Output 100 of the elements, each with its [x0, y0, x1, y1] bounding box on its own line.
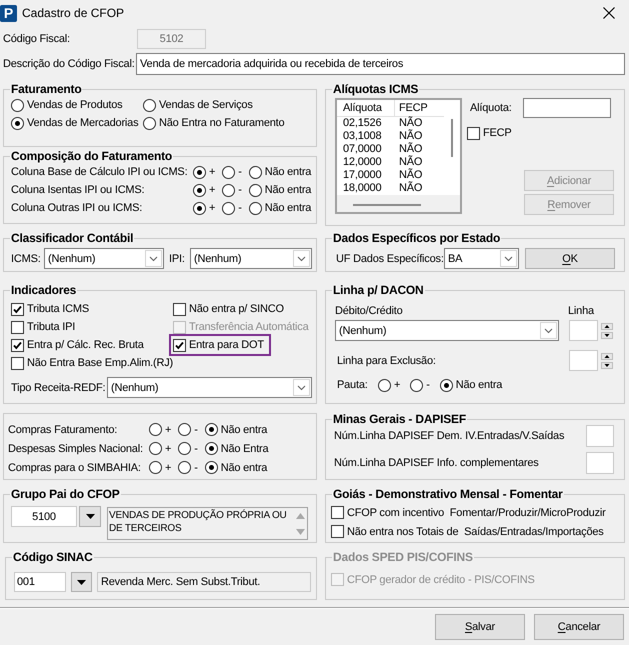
dropdown[interactable]: (Nenhum)	[44, 248, 164, 269]
dropdown[interactable]: BA	[444, 248, 519, 269]
radio-button[interactable]: -	[222, 201, 242, 215]
text-field[interactable]: 001	[14, 572, 66, 592]
checkbox[interactable]: Não entra nos Totais de Saídas/Entradas/Importações	[331, 522, 604, 541]
ok-button[interactable]: OK	[525, 248, 615, 269]
chevron-down-icon[interactable]	[540, 322, 557, 339]
save-button[interactable]: Salvar	[435, 614, 525, 640]
field-label: Linha para Exclusão:	[337, 354, 436, 368]
radio-icon[interactable]	[222, 184, 236, 196]
radio-icon[interactable]	[193, 184, 206, 196]
checkbox[interactable]: FECP	[467, 126, 512, 140]
radio-icon[interactable]	[204, 461, 218, 474]
group-title: Goiás - Demonstrativo Mensal - Fomentar	[332, 487, 564, 501]
checkbox-icon[interactable]	[11, 356, 24, 370]
checkbox-icon[interactable]	[173, 338, 186, 352]
chevron-down-icon[interactable]	[145, 250, 162, 267]
radio-button[interactable]: Vendas de Serviços	[143, 98, 253, 112]
radio-icon[interactable]	[143, 98, 156, 112]
radio-button[interactable]: Não Entra no Faturamento	[143, 116, 284, 130]
number-field[interactable]	[569, 350, 598, 371]
checkbox-icon[interactable]	[11, 320, 24, 334]
number-field[interactable]	[569, 320, 598, 341]
radio-button[interactable]: +	[193, 165, 216, 179]
radio-icon[interactable]	[410, 378, 424, 392]
radio-icon[interactable]	[178, 442, 192, 455]
table-cell-text: NÃO	[398, 130, 424, 142]
column-header[interactable]: FECP	[395, 100, 444, 116]
radio-icon[interactable]	[178, 423, 192, 436]
close-icon[interactable]	[603, 7, 615, 19]
checkbox-icon[interactable]	[331, 506, 344, 519]
list-view[interactable]: Alíquota FECP 02,1526 NÃO 03,1008 NÃO 07,0000 NÃO 12,0000 NÃO 17,0000 NÃO 18,0000 NÃO	[335, 98, 462, 214]
radio-button[interactable]: +	[193, 183, 216, 197]
radio-icon[interactable]	[11, 116, 24, 130]
radio-icon[interactable]	[222, 166, 236, 178]
cancel-button[interactable]: Cancelar	[534, 614, 624, 640]
radio-button[interactable]: Não entra	[248, 165, 312, 179]
radio-icon[interactable]	[248, 202, 262, 214]
table-cell-text: NÃO	[398, 143, 424, 155]
checkbox-icon[interactable]	[467, 126, 480, 140]
radio-icon[interactable]	[178, 461, 192, 474]
checkbox-icon[interactable]	[11, 338, 24, 352]
radio-icon[interactable]	[149, 423, 162, 436]
text-field[interactable]	[523, 98, 611, 118]
radio-button[interactable]: -	[178, 460, 198, 474]
radio-button[interactable]: +	[149, 442, 172, 456]
radio-button[interactable]: +	[149, 422, 172, 436]
radio-button[interactable]: Não entra	[248, 183, 312, 197]
radio-button[interactable]: Não entra	[440, 378, 502, 392]
radio-icon[interactable]	[222, 202, 236, 214]
chevron-down-icon[interactable]	[293, 250, 310, 267]
checkbox-icon[interactable]	[173, 302, 186, 316]
radio-button[interactable]: +	[378, 378, 400, 392]
checkbox[interactable]: CFOP com incentivo Fomentar/Produzir/MicroProduzir	[331, 503, 606, 522]
radio-icon[interactable]	[440, 378, 453, 392]
radio-button[interactable]: -	[222, 165, 242, 179]
radio-icon[interactable]	[149, 442, 162, 455]
radio-button[interactable]: Não entra	[248, 201, 312, 215]
field-label: Linha	[568, 304, 594, 318]
radio-button[interactable]: Não entra	[204, 422, 268, 436]
radio-icon[interactable]	[11, 98, 24, 112]
scrollbar-thumb[interactable]	[451, 119, 453, 157]
text-field[interactable]: 5100	[11, 506, 77, 527]
radio-icon[interactable]	[193, 202, 206, 214]
radio-icon[interactable]	[149, 461, 162, 474]
scrollbar-thumb[interactable]	[353, 204, 421, 206]
checkbox-icon[interactable]	[11, 302, 24, 316]
radio-icon[interactable]	[193, 166, 206, 178]
column-header[interactable]: Alíquota	[337, 100, 395, 116]
number-field[interactable]	[586, 425, 614, 447]
radio-icon[interactable]	[143, 116, 156, 130]
dropdown-button[interactable]	[79, 506, 101, 527]
description-field: Revenda Merc. Sem Subst.Tribut.	[97, 572, 311, 592]
radio-icon[interactable]	[248, 184, 262, 196]
radio-icon[interactable]	[204, 423, 218, 436]
checkbox[interactable]: Entra para DOT	[169, 334, 271, 356]
dropdown-button[interactable]	[71, 572, 92, 592]
dropdown[interactable]: (Nenhum)	[190, 248, 312, 269]
chevron-down-icon[interactable]	[500, 250, 517, 267]
radio-button[interactable]: +	[193, 201, 216, 215]
field-label: Núm.Linha DAPISEF Info. complementares	[334, 456, 539, 470]
dropdown[interactable]: (Nenhum)	[107, 377, 312, 398]
checkbox-icon[interactable]	[331, 525, 344, 538]
radio-button[interactable]: Vendas de Produtos	[11, 98, 122, 112]
radio-icon[interactable]	[204, 442, 218, 455]
radio-icon[interactable]	[378, 378, 391, 392]
radio-button[interactable]: -	[178, 422, 198, 436]
group-title: Código SINAC	[12, 550, 94, 564]
radio-button[interactable]: Vendas de Mercadorias	[11, 116, 138, 130]
radio-button[interactable]: Não Entra	[204, 442, 268, 456]
dropdown[interactable]: (Nenhum)	[335, 320, 559, 341]
radio-button[interactable]: -	[222, 183, 242, 197]
radio-button[interactable]: +	[149, 460, 172, 474]
radio-button[interactable]: -	[410, 378, 430, 392]
text-field[interactable]: Venda de mercadoria adquirida ou recebida de terceiros	[136, 53, 625, 75]
chevron-down-icon[interactable]	[293, 379, 310, 396]
radio-button[interactable]: Não entra	[204, 460, 268, 474]
radio-button[interactable]: -	[178, 442, 198, 456]
number-field[interactable]	[586, 452, 614, 474]
radio-icon[interactable]	[248, 166, 262, 178]
